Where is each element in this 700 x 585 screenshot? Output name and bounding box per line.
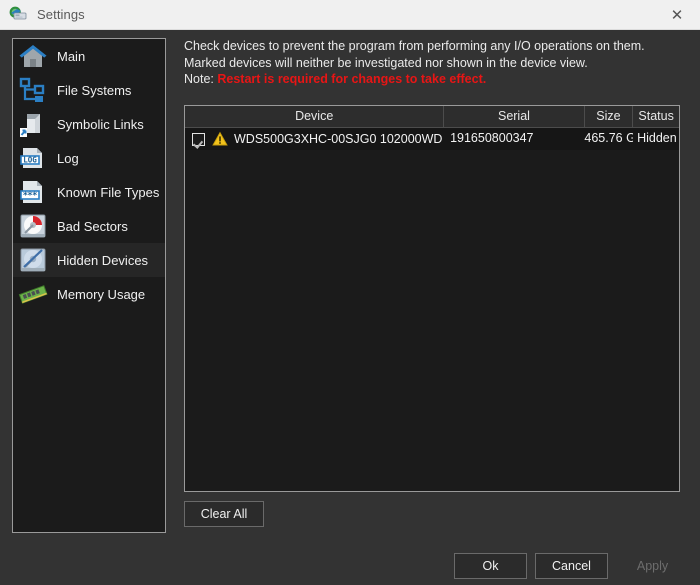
serial-cell: 191650800347: [450, 131, 534, 145]
disk-settings-icon: [9, 6, 27, 24]
file-types-icon: ***: [18, 177, 48, 207]
sidebar-item-bad-sectors[interactable]: Bad Sectors: [13, 209, 165, 243]
sidebar-item-label: File Systems: [57, 82, 132, 98]
column-header-status[interactable]: Status: [633, 106, 679, 128]
svg-text:LOG: LOG: [23, 156, 37, 165]
table-header-row: Device Serial Size Status: [185, 106, 679, 128]
sidebar-item-label: Main: [57, 48, 86, 64]
sidebar-item-file-systems[interactable]: File Systems: [13, 73, 165, 107]
size-cell: 465.76 GB: [584, 131, 633, 145]
clear-all-button[interactable]: Clear All: [184, 501, 264, 527]
bad-sectors-disk-icon: [18, 211, 48, 241]
restart-warning-text: Restart is required for changes to take …: [217, 72, 487, 86]
symbolic-link-icon: [18, 109, 48, 139]
window-title: Settings: [37, 7, 85, 22]
sidebar-item-label: Log: [57, 150, 79, 166]
sidebar-item-label: Bad Sectors: [57, 218, 128, 234]
column-header-device[interactable]: Device: [185, 106, 445, 128]
hidden-devices-table[interactable]: Device Serial Size Status WDS500G3XHC-00…: [184, 105, 680, 492]
note-label: Note:: [184, 72, 214, 86]
sidebar-item-log[interactable]: LOG Log: [13, 141, 165, 175]
column-header-serial[interactable]: Serial: [444, 106, 585, 128]
sidebar-item-label: Memory Usage: [57, 286, 146, 302]
apply-button: Apply: [616, 553, 689, 579]
sidebar-item-hidden-devices[interactable]: Hidden Devices: [13, 243, 165, 277]
log-document-icon: LOG: [18, 143, 48, 173]
sidebar-item-known-file-types[interactable]: *** Known File Types: [13, 175, 165, 209]
warning-icon: [212, 131, 228, 147]
sidebar-item-symbolic-links[interactable]: Symbolic Links: [13, 107, 165, 141]
dialog-footer: Ok Cancel Apply: [0, 543, 700, 585]
settings-category-sidebar: Main File Systems Symbolic Links LOG Log…: [12, 38, 166, 533]
home-icon: [18, 41, 48, 71]
table-row[interactable]: WDS500G3XHC-00SJG0 102000WD 191650800347…: [185, 128, 679, 150]
memory-module-icon: [18, 279, 48, 309]
ok-button[interactable]: Ok: [454, 553, 527, 579]
hidden-device-icon: [18, 245, 48, 275]
file-systems-icon: [18, 75, 48, 105]
column-header-size[interactable]: Size: [584, 106, 634, 128]
pane-description: Check devices to prevent the program fro…: [184, 38, 676, 88]
sidebar-item-label: Hidden Devices: [57, 252, 149, 268]
status-cell: Hidden: [637, 131, 677, 145]
sidebar-item-memory-usage[interactable]: Memory Usage: [13, 277, 165, 311]
close-icon[interactable]: ✕: [654, 0, 700, 30]
sidebar-item-label: Symbolic Links: [57, 116, 144, 132]
cancel-button[interactable]: Cancel: [535, 553, 608, 579]
svg-text:***: ***: [23, 191, 37, 201]
device-name: WDS500G3XHC-00SJG0 102000WD: [234, 131, 443, 146]
device-hide-checkbox[interactable]: [192, 132, 205, 146]
window-titlebar: Settings ✕: [0, 0, 700, 30]
description-line-2: will neither be investigated nor shown i…: [275, 55, 588, 70]
device-cell: WDS500G3XHC-00SJG0 102000WD: [185, 128, 444, 150]
hidden-devices-pane: Check devices to prevent the program fro…: [184, 38, 680, 533]
sidebar-item-main[interactable]: Main: [13, 39, 165, 73]
sidebar-item-label: Known File Types: [57, 184, 160, 200]
settings-dialog-body: Main File Systems Symbolic Links LOG Log…: [0, 30, 700, 585]
